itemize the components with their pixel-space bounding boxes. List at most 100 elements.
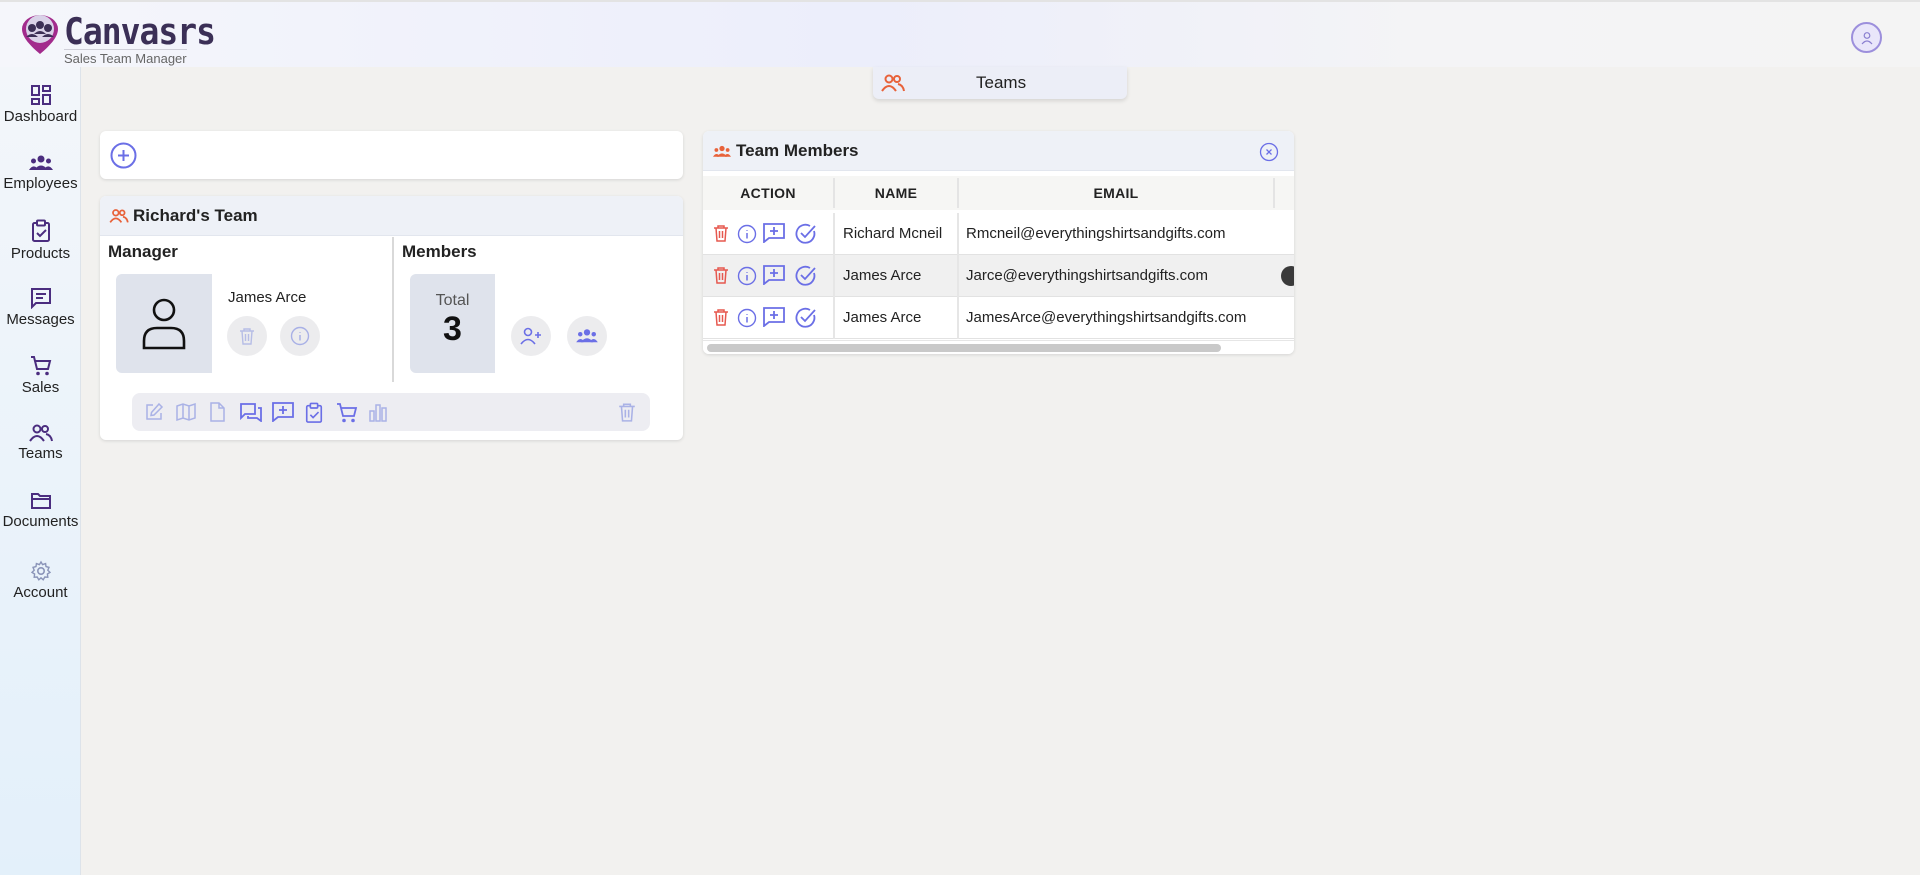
delete-member-button[interactable]	[713, 223, 729, 248]
remove-manager-button[interactable]	[227, 316, 267, 356]
sidebar-item-dashboard[interactable]: Dashboard	[0, 84, 81, 125]
sidebar-label: Products	[10, 245, 71, 262]
team-card: Richard's Team Manager Members James Arc…	[100, 196, 683, 440]
sidebar-label: Teams	[18, 445, 63, 462]
column-separator	[957, 255, 959, 297]
message-icon	[30, 288, 51, 309]
gear-icon	[30, 560, 51, 581]
message-plus-icon	[763, 265, 785, 286]
map-button[interactable]	[176, 402, 196, 427]
delete-member-button[interactable]	[713, 265, 729, 290]
member-name: Richard Mcneil	[843, 225, 943, 242]
info-icon	[737, 308, 757, 328]
add-message-button[interactable]	[272, 402, 294, 427]
sidebar-label: Employees	[3, 175, 78, 192]
column-header-name[interactable]: NAME	[835, 176, 957, 210]
cart-icon	[337, 403, 358, 423]
member-name: James Arce	[843, 309, 922, 326]
scrollbar-thumb[interactable]	[707, 344, 1221, 352]
manager-avatar	[116, 274, 212, 373]
approve-member-button[interactable]	[795, 307, 817, 334]
clipboard-check-icon	[31, 219, 50, 242]
total-value: 3	[443, 310, 462, 348]
cart-icon	[30, 356, 51, 376]
message-plus-icon	[272, 402, 294, 423]
message-member-button[interactable]	[763, 307, 785, 332]
add-team-bar	[100, 131, 683, 179]
delete-member-button[interactable]	[713, 307, 729, 332]
tab-teams[interactable]: Teams	[873, 67, 1127, 99]
column-header-email[interactable]: EMAIL	[959, 176, 1273, 210]
chat-button[interactable]	[240, 402, 262, 427]
teams-icon	[28, 424, 53, 442]
person-icon	[142, 298, 186, 349]
column-separator	[833, 213, 835, 255]
trash-icon	[714, 309, 728, 326]
member-info-button[interactable]	[737, 266, 757, 291]
check-circle-icon	[795, 265, 816, 286]
map-icon	[176, 402, 196, 422]
table-row: James Arce JamesArce@everythingshirtsand…	[703, 297, 1294, 339]
sidebar-item-account[interactable]: Account	[0, 560, 81, 601]
sidebar-item-teams[interactable]: Teams	[0, 423, 81, 462]
sidebar-item-sales[interactable]: Sales	[0, 355, 81, 396]
bar-chart-icon	[369, 404, 387, 422]
tasks-button[interactable]	[304, 402, 324, 429]
close-panel-button[interactable]	[1259, 142, 1279, 167]
table-row: Richard Mcneil Rmcneil@everythingshirtsa…	[703, 213, 1294, 255]
document-icon	[210, 402, 225, 422]
check-circle-icon	[795, 223, 816, 244]
sidebar-item-messages[interactable]: Messages	[0, 287, 81, 328]
sidebar: Dashboard Employees Products Messages Sa…	[0, 67, 81, 875]
row-status-indicator[interactable]	[1281, 266, 1294, 286]
group-icon	[712, 144, 732, 164]
manager-name: James Arce	[228, 289, 307, 306]
view-members-button[interactable]	[567, 316, 607, 356]
manager-info-button[interactable]	[280, 316, 320, 356]
team-card-header: Richard's Team	[100, 196, 683, 236]
info-icon	[737, 266, 757, 286]
total-label: Total	[435, 292, 470, 309]
row-actions	[713, 307, 833, 329]
table-row: James Arce Jarce@everythingshirtsandgift…	[703, 255, 1294, 297]
sidebar-item-employees[interactable]: Employees	[0, 153, 81, 192]
column-separator	[957, 213, 959, 255]
approve-member-button[interactable]	[795, 223, 817, 250]
close-icon	[1259, 142, 1279, 162]
trash-icon	[714, 225, 728, 242]
app-header: Canvasrs Sales Team Manager	[0, 0, 1920, 67]
manager-section-title: Manager	[108, 242, 178, 261]
edit-icon	[146, 402, 164, 420]
stats-button[interactable]	[368, 402, 388, 427]
member-info-button[interactable]	[737, 308, 757, 333]
delete-team-button[interactable]	[618, 402, 636, 427]
members-total: Total 3	[410, 274, 495, 373]
add-team-button[interactable]	[110, 142, 137, 174]
horizontal-scrollbar[interactable]	[703, 340, 1294, 354]
team-toolbar	[132, 393, 650, 431]
message-plus-icon	[763, 307, 785, 328]
row-actions	[713, 265, 833, 287]
teams-icon	[109, 208, 129, 229]
sales-button[interactable]	[336, 402, 358, 429]
sidebar-label: Documents	[2, 513, 79, 530]
trash-icon	[240, 328, 254, 345]
member-email: Jarce@everythingshirtsandgifts.com	[966, 267, 1208, 284]
info-icon	[290, 326, 310, 346]
user-avatar-button[interactable]	[1851, 22, 1882, 53]
sidebar-label: Messages	[6, 311, 75, 328]
document-button[interactable]	[208, 402, 226, 427]
member-info-button[interactable]	[737, 224, 757, 249]
employees-icon	[28, 155, 53, 170]
message-member-button[interactable]	[763, 265, 785, 290]
sidebar-item-documents[interactable]: Documents	[0, 491, 81, 530]
team-members-header: Team Members	[703, 131, 1294, 171]
add-member-button[interactable]	[511, 316, 551, 356]
sidebar-item-products[interactable]: Products	[0, 219, 81, 262]
column-header-action[interactable]: ACTION	[703, 176, 833, 210]
approve-member-button[interactable]	[795, 265, 817, 292]
member-name: James Arce	[843, 267, 922, 284]
edit-team-button[interactable]	[144, 402, 164, 427]
message-member-button[interactable]	[763, 223, 785, 248]
team-members-panel: Team Members ACTION NAME EMAIL Richard M…	[703, 131, 1294, 354]
